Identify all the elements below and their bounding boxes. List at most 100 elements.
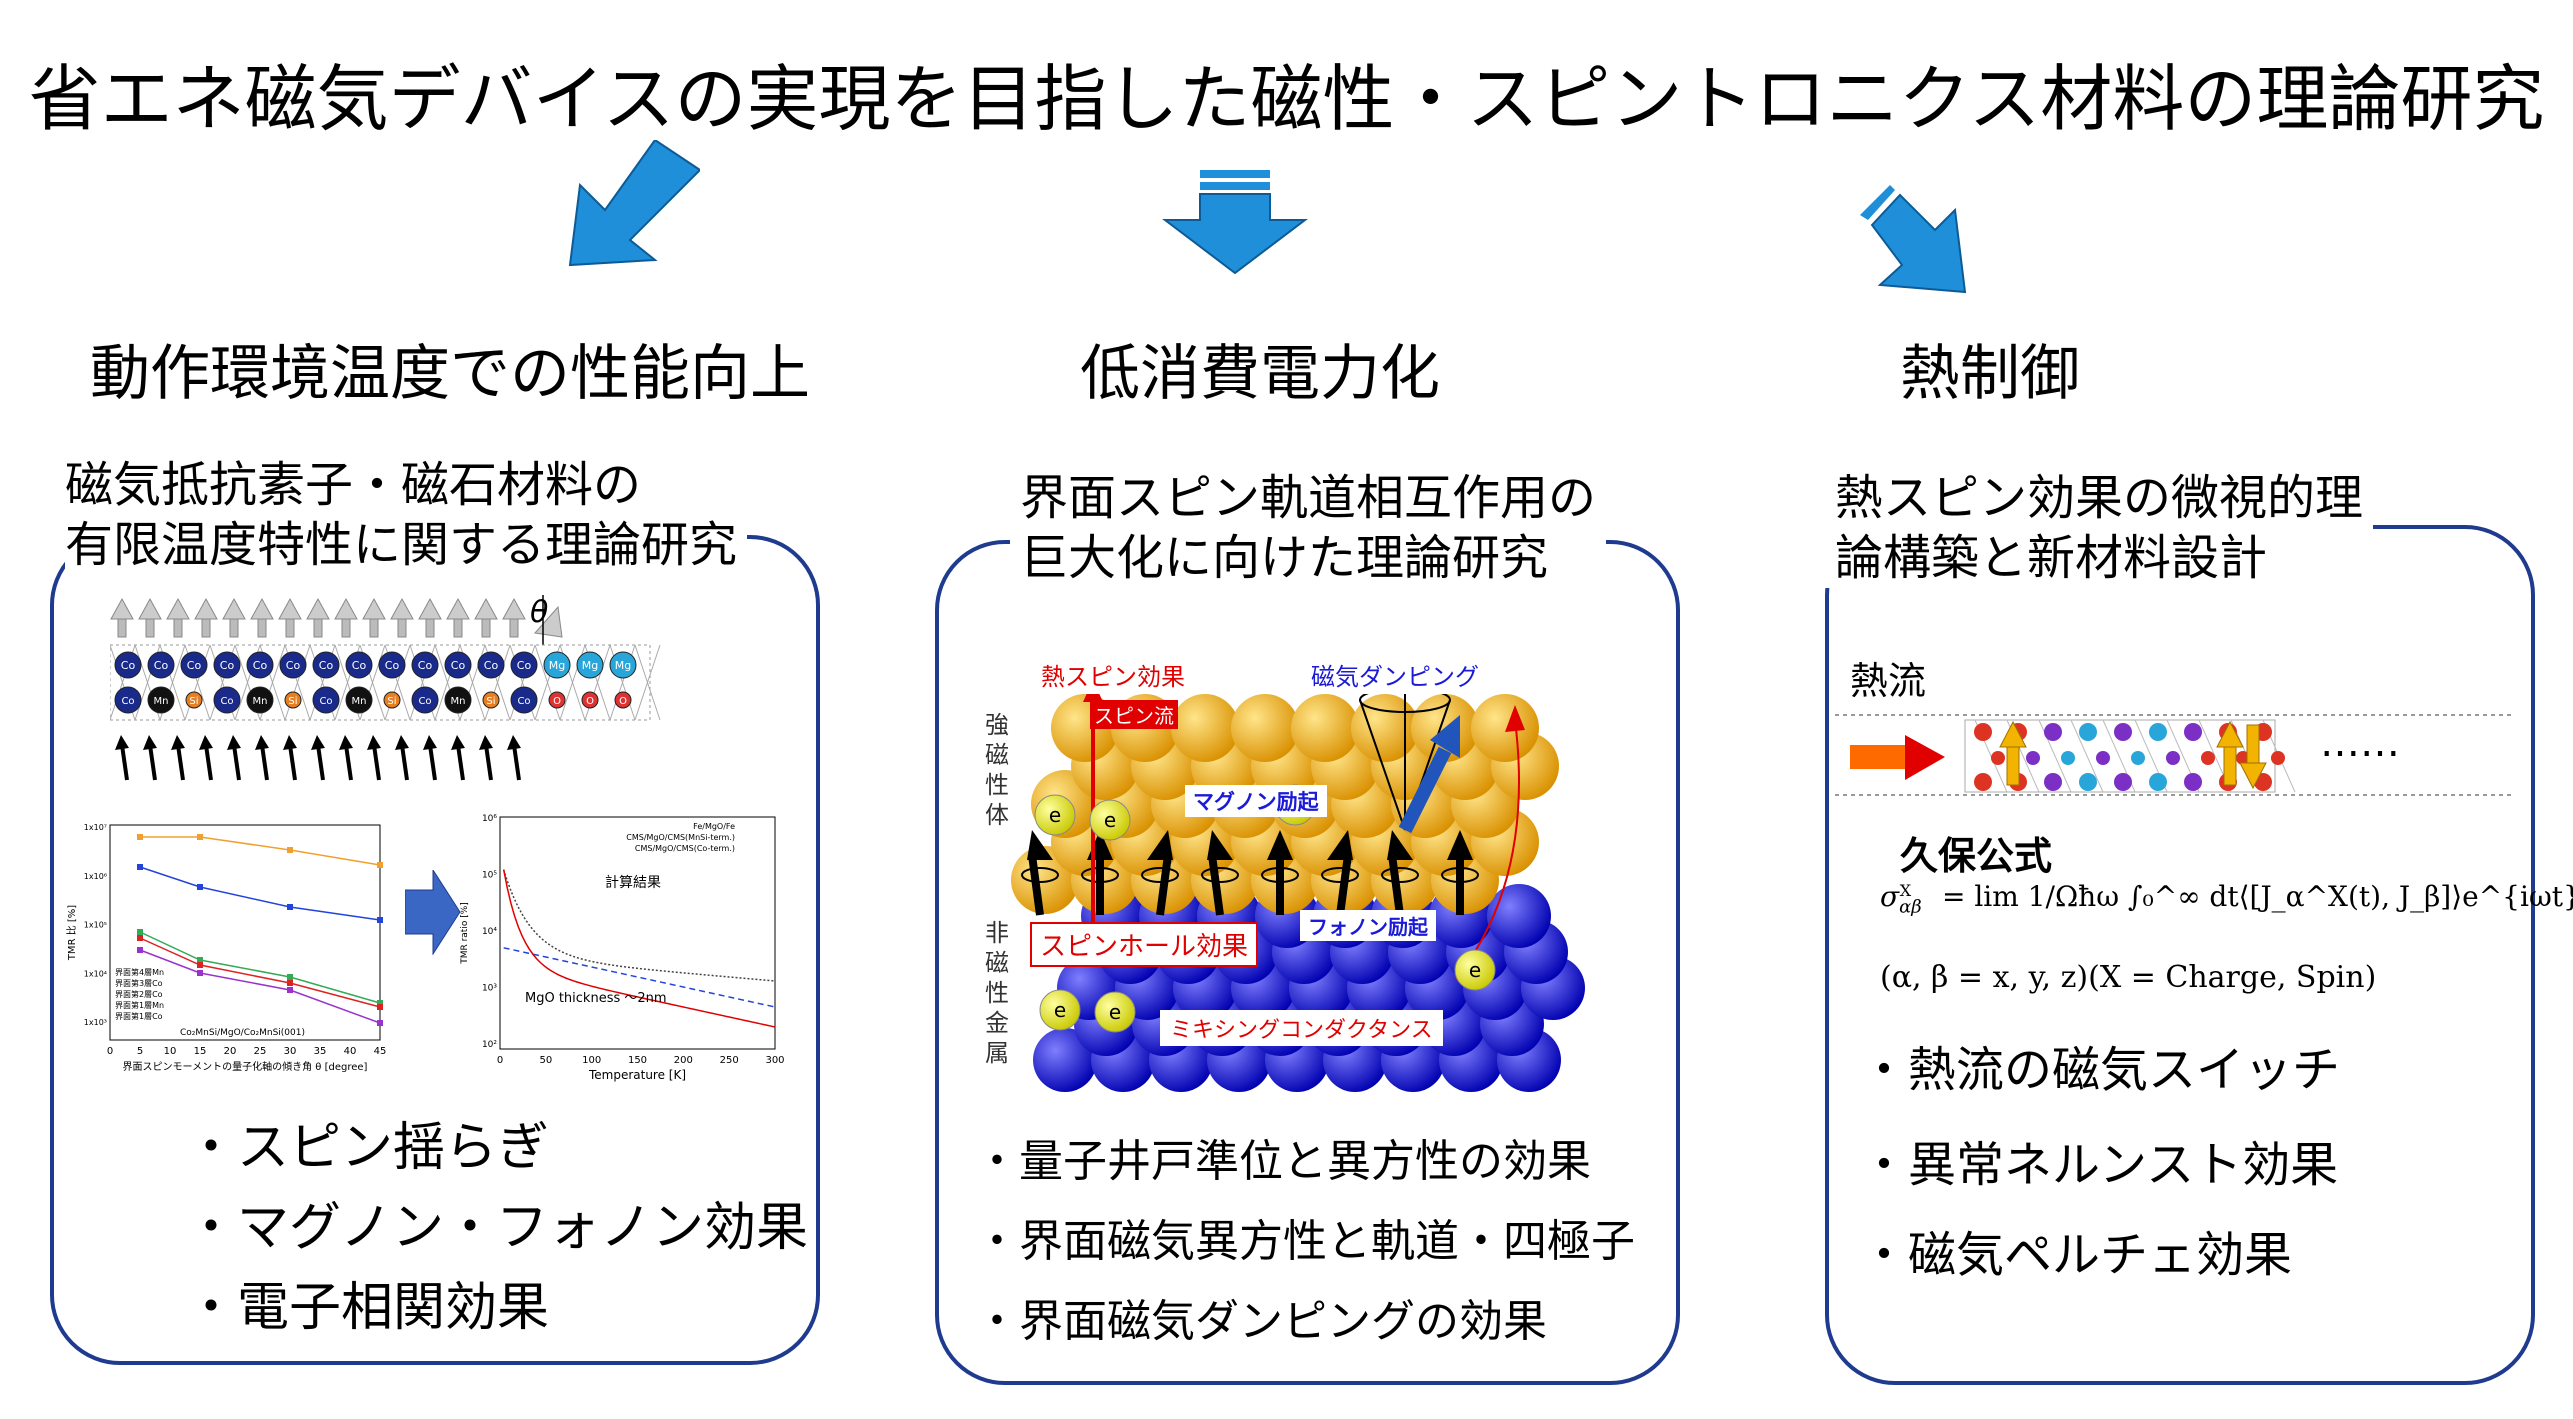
- series-marker: [377, 1020, 383, 1026]
- lattice-atom: [2184, 723, 2202, 741]
- atom-label: Mn: [253, 696, 268, 707]
- chart-note: Co₂MnSi/MgO/Co₂MnSi(001): [180, 1028, 305, 1038]
- y-tick-label: 1x10⁴: [84, 969, 107, 978]
- electron-label: e: [1054, 998, 1066, 1022]
- y-tick-label: 10⁵: [482, 871, 497, 881]
- series-marker: [197, 834, 203, 840]
- series-marker: [377, 1004, 383, 1010]
- ferro-char: 磁: [985, 741, 1009, 769]
- atom-label: Co: [187, 659, 202, 672]
- lattice-atom: [2061, 751, 2075, 765]
- formula-sigma: σ: [1880, 880, 1900, 913]
- heat-switch-figure: [1835, 714, 2515, 796]
- nonmag-char: 非: [985, 919, 1009, 947]
- spin-small-arrow-head: [115, 735, 129, 750]
- y-axis-label: TMR 比 [%]: [66, 905, 78, 961]
- spin-small-arrow-head: [143, 735, 157, 750]
- atom-label: Si: [387, 696, 396, 707]
- atom-label: O: [553, 696, 561, 707]
- series-marker: [377, 862, 383, 868]
- subtitle-right-line2: 論構築と新材料設計: [1835, 530, 2268, 586]
- spin-small-arrow: [148, 744, 157, 781]
- x-tick-label: 100: [582, 1055, 601, 1066]
- spin-up-arrow: [313, 616, 323, 638]
- atom-label: O: [586, 696, 594, 707]
- spin-small-arrow-head: [227, 735, 241, 750]
- y-tick-label: 1x10³: [84, 1018, 107, 1027]
- spin-up-arrow: [173, 616, 183, 638]
- spin-up-arrow-head: [250, 597, 274, 620]
- atom-label: Si: [288, 696, 297, 707]
- bullet-magnetic-peltier: ・磁気ペルチェ効果: [1860, 1227, 2293, 1283]
- lattice-atom: [2149, 773, 2167, 791]
- series-marker: [137, 929, 143, 935]
- ferro-atom: [1291, 694, 1359, 762]
- atom-label: Co: [319, 659, 334, 672]
- spin-up-arrow-head: [390, 597, 414, 620]
- lattice-atom: [1991, 751, 2005, 765]
- spin-up-arrow: [145, 616, 155, 638]
- spin-up-arrow: [481, 616, 491, 638]
- subtitle-right: 熱スピン効果の微視的理 論構築と新材料設計: [1825, 468, 2374, 588]
- spin-small-arrow: [344, 744, 353, 781]
- x-tick-label: 35: [314, 1046, 327, 1057]
- label-spin-hall: スピンホール効果: [1030, 922, 1259, 967]
- x-tick-label: 300: [765, 1055, 784, 1066]
- spin-small-arrow: [400, 744, 409, 781]
- label-thickness: MgO thickness ～2nm: [525, 991, 667, 1006]
- ferro-atom: [1231, 694, 1299, 762]
- spin-up-arrow: [285, 616, 295, 638]
- spin-small-arrow: [484, 744, 493, 781]
- spin-up-arrow: [229, 616, 239, 638]
- formula-body: = lim 1/Ωħω ∫₀^∞ dt⟨[J_α^X(t), J_β]⟩e^{i…: [1941, 880, 2573, 913]
- nonmag-char: 属: [985, 1039, 1009, 1067]
- spin-up-arrow-head: [222, 597, 246, 620]
- spin-small-arrow-head: [171, 735, 185, 750]
- atom-label: Mn: [451, 696, 466, 707]
- series-marker: [287, 904, 293, 910]
- page-title: 省エネ磁気デバイスの実現を目指した磁性・スピントロニクス材料の理論研究: [28, 57, 2545, 141]
- electron-label: e: [1109, 1000, 1121, 1024]
- label-spin-current: スピン流: [1090, 700, 1178, 729]
- x-tick-label: 150: [628, 1055, 647, 1066]
- ferro-char: 性: [985, 771, 1009, 799]
- spin-small-arrow: [232, 744, 241, 781]
- atom-label: Co: [121, 659, 136, 672]
- nonmag-char: 性: [985, 979, 1009, 1007]
- arrow-down-icon: [1162, 170, 1308, 275]
- atom-label: Si: [189, 696, 198, 707]
- legend-entry: 界面第3層Co: [115, 978, 163, 988]
- ferro-char: 体: [985, 801, 1009, 829]
- spin-small-arrow: [456, 744, 465, 781]
- series-marker: [287, 987, 293, 993]
- legend-entry: CMS/MgO/CMS(Co-term.): [635, 844, 735, 853]
- subtitle-right-line1: 熱スピン効果の微視的理: [1835, 470, 2364, 526]
- x-tick-label: 45: [374, 1046, 387, 1057]
- tmr-angle-chart: 0 5 10 15 20 25 30 35 40 45 1x10⁷ 1x10⁶ 1x10⁵ 1x10⁴ 1x…: [66, 823, 387, 1073]
- lattice-atom: [2079, 773, 2097, 791]
- lattice-atom: [2079, 723, 2097, 741]
- electron-label: e: [1049, 803, 1061, 827]
- atom-label: Mg: [549, 659, 565, 672]
- spin-small-arrow: [176, 744, 185, 781]
- spin-up-arrow-head: [306, 597, 330, 620]
- spin-small-arrow-head: [479, 735, 493, 750]
- x-axis-label: Temperature [K]: [588, 1068, 686, 1082]
- spin-up-arrow: [453, 616, 463, 638]
- atom-label: Co: [418, 696, 431, 707]
- atom-label: Co: [286, 659, 301, 672]
- lattice-atom: [1974, 773, 1992, 791]
- series-marker: [287, 974, 293, 980]
- lattice-atom: [2201, 751, 2215, 765]
- atom-label: Mg: [615, 659, 631, 672]
- y-tick-label: 1x10⁵: [84, 921, 107, 930]
- spin-up-arrow: [397, 616, 407, 638]
- bullet-spin-fluctuation: ・スピン揺らぎ: [185, 1118, 550, 1178]
- electron-label: e: [1104, 808, 1116, 832]
- series-marker: [137, 947, 143, 953]
- label-magnon: マグノン励起: [1185, 785, 1327, 817]
- label-kubo-formula: 久保公式: [1900, 834, 2053, 878]
- label-magnetic-damping: 磁気ダンピング: [1305, 655, 1485, 694]
- x-tick-label: 50: [539, 1055, 552, 1066]
- spin-small-arrow-head: [283, 735, 297, 750]
